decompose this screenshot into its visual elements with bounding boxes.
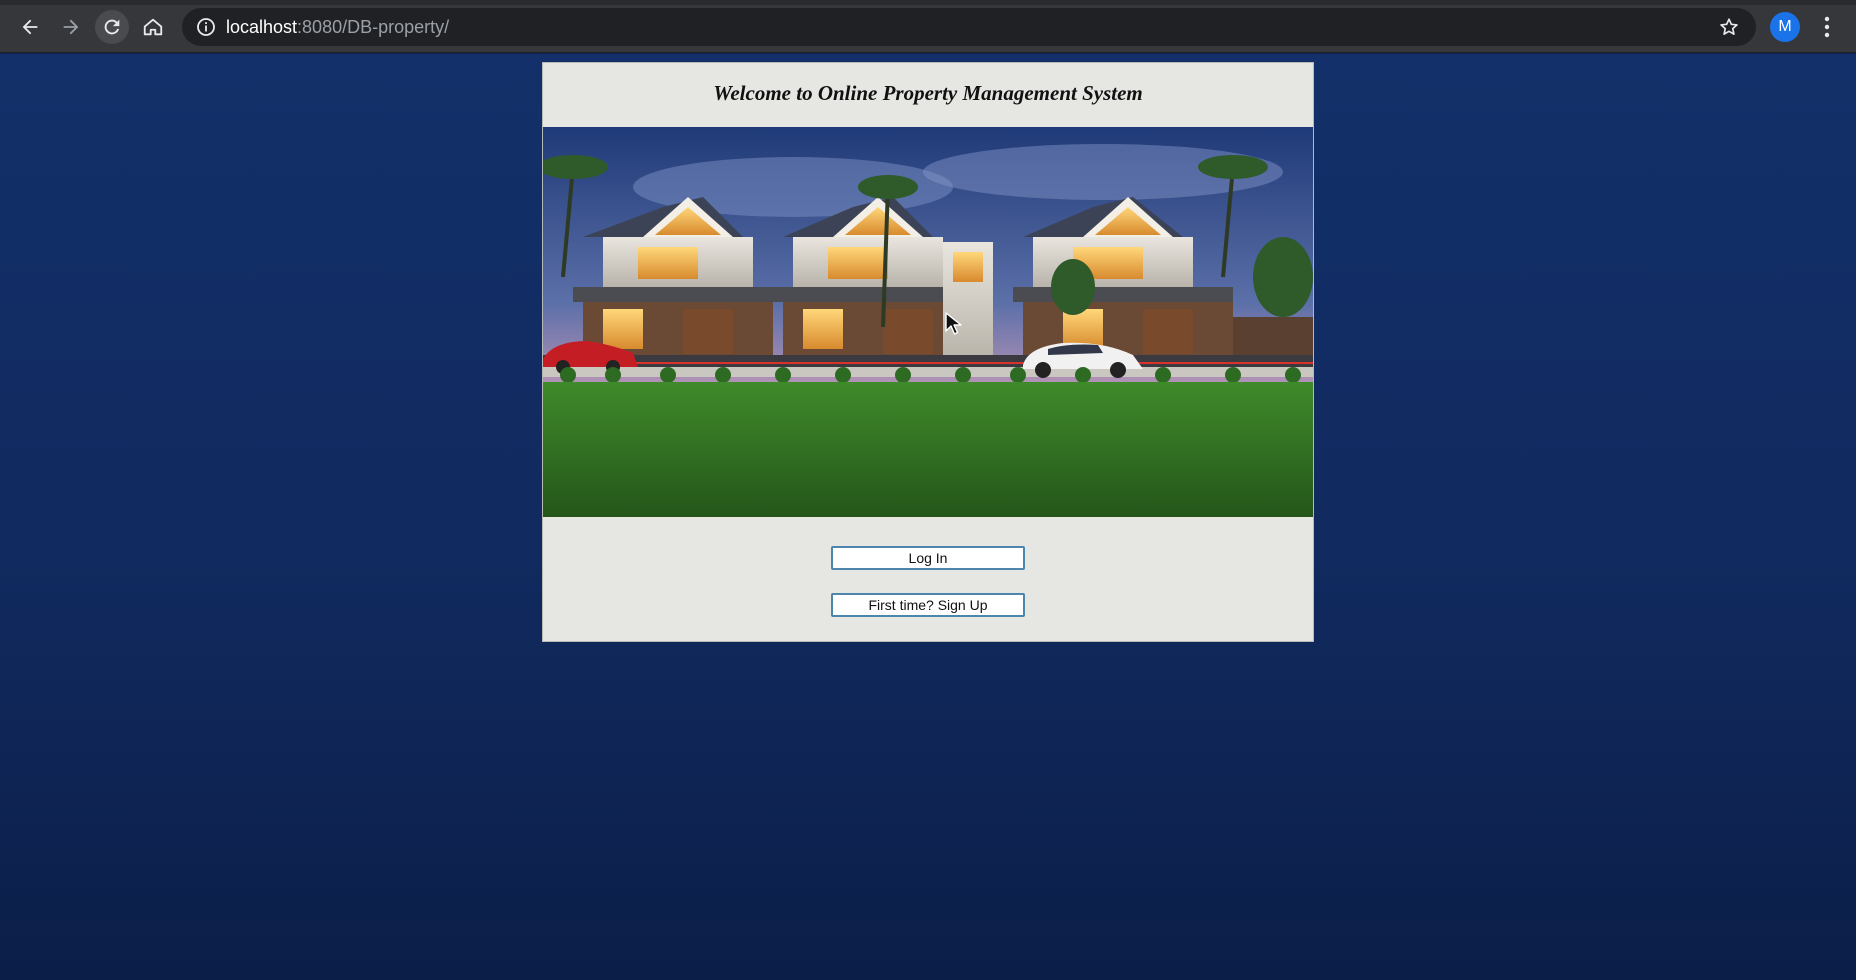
arrow-left-icon bbox=[22, 19, 38, 35]
url-text[interactable]: localhost:8080/DB-property/ bbox=[226, 17, 449, 37]
url-path: :8080/DB-property/ bbox=[297, 17, 450, 37]
profile-avatar[interactable]: M bbox=[1770, 12, 1800, 42]
kebab-menu-icon[interactable] bbox=[1818, 14, 1836, 40]
login-button[interactable]: Log In bbox=[831, 546, 1025, 570]
url-host: localhost bbox=[226, 17, 298, 37]
reload-icon bbox=[104, 19, 120, 35]
hero-image bbox=[543, 127, 1313, 517]
page-background: Welcome to Online Property Management Sy… bbox=[0, 54, 1856, 980]
browser-toolbar: localhost:8080/DB-property/ M bbox=[0, 0, 1856, 53]
mouse-cursor-icon bbox=[945, 312, 962, 335]
villa-illustration bbox=[543, 127, 1313, 517]
info-icon[interactable] bbox=[196, 17, 216, 37]
page-title: Welcome to Online Property Management Sy… bbox=[713, 81, 1143, 105]
arrow-right-icon bbox=[63, 19, 79, 35]
home-button[interactable] bbox=[136, 10, 170, 44]
back-button[interactable] bbox=[13, 10, 47, 44]
signup-button[interactable]: First time? Sign Up bbox=[831, 593, 1025, 617]
reload-button[interactable] bbox=[95, 10, 129, 44]
forward-button[interactable] bbox=[54, 10, 88, 44]
address-bar[interactable]: localhost:8080/DB-property/ bbox=[182, 8, 1756, 46]
welcome-panel: Welcome to Online Property Management Sy… bbox=[542, 62, 1314, 642]
star-icon[interactable] bbox=[1718, 16, 1740, 38]
tab-strip bbox=[0, 0, 1856, 5]
home-icon bbox=[143, 18, 163, 36]
